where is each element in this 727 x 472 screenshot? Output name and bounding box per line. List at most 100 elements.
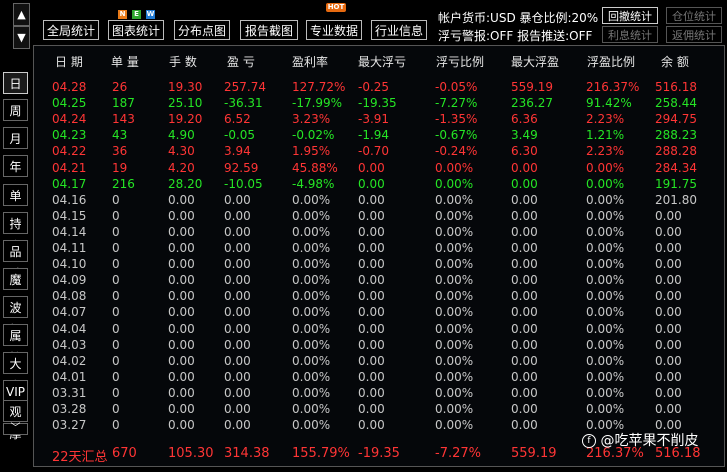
- cell-float-profit-ratio: 0.00%: [586, 273, 625, 288]
- cell-pnl: -36.31: [224, 96, 263, 111]
- alert-status-text: 浮亏警报:OFF 报告推送:OFF: [438, 29, 593, 43]
- cell-float-profit-ratio: 0.00%: [586, 208, 625, 223]
- table-row[interactable]: 04.17 216 28.20 -10.05 -4.98% 0.00 0.00% 0.00 0.…: [0, 176, 727, 192]
- cell-max-float-profit: 0.00: [511, 321, 538, 336]
- cell-balance: 0.00: [655, 353, 682, 368]
- table-row[interactable]: 04.03 0 0.00 0.00 0.00% 0.00 0.00% 0.00 0.00% 0.0…: [0, 337, 727, 353]
- table-row[interactable]: 04.24 143 19.20 6.52 3.23% -3.91 -1.35% 6.36 2.2…: [0, 111, 727, 127]
- cell-orders: 143: [112, 112, 135, 127]
- cell-date: 04.28: [52, 80, 87, 94]
- cell-balance: 258.44: [655, 96, 697, 111]
- cell-lots: 25.10: [168, 96, 203, 111]
- cell-float-loss-ratio: 0.00%: [435, 337, 474, 352]
- table-row[interactable]: 04.23 43 4.90 -0.05 -0.02% -1.94 -0.67% 3.49 1.2…: [0, 127, 727, 143]
- table-row[interactable]: 04.28 26 19.30 257.74 127.72% -0.25 -0.05% 559.…: [0, 79, 727, 95]
- cell-max-float-loss: 0.00: [358, 353, 385, 368]
- cell-float-loss-ratio: 0.00%: [435, 241, 474, 255]
- cell-balance: 0.00: [655, 385, 682, 400]
- table-row[interactable]: 04.09 0 0.00 0.00 0.00% 0.00 0.00% 0.00 0.00% 0.0…: [0, 272, 727, 288]
- table-row[interactable]: 04.02 0 0.00 0.00 0.00% 0.00 0.00% 0.00 0.00% 0.0…: [0, 353, 727, 369]
- table-row[interactable]: 04.14 0 0.00 0.00 0.00% 0.00 0.00% 0.00 0.00% 0.0…: [0, 224, 727, 240]
- cell-orders: 216: [112, 176, 135, 191]
- cell-max-float-profit: 0.00: [511, 160, 538, 175]
- rebate-stats-button[interactable]: 返佣统计: [666, 26, 722, 43]
- cell-orders: 0: [112, 418, 120, 433]
- cell-lots: 4.90: [168, 128, 195, 143]
- table-row[interactable]: 04.15 0 0.00 0.00 0.00% 0.00 0.00% 0.00 0.00% 0.0…: [0, 208, 727, 224]
- table-row[interactable]: 03.31 0 0.00 0.00 0.00% 0.00 0.00% 0.00 0.00% 0.0…: [0, 385, 727, 401]
- account-currency-text: 帐户货币:USD 暴仓比例:20%: [438, 11, 599, 25]
- cell-profit-rate: 0.00%: [292, 305, 331, 320]
- cell-lots: 4.30: [168, 144, 195, 159]
- cell-float-loss-ratio: 0.00%: [435, 192, 474, 207]
- table-row[interactable]: 04.22 36 4.30 3.94 1.95% -0.70 -0.24% 6.30 2.23%…: [0, 143, 727, 159]
- col-header-float-profit-ratio: 浮盈比例: [587, 55, 636, 69]
- cell-orders: 0: [112, 208, 120, 223]
- scroll-up-button[interactable]: ▲: [13, 3, 30, 26]
- cell-profit-rate: 1.95%: [292, 144, 331, 159]
- cell-float-profit-ratio: 91.42%: [586, 96, 632, 111]
- cell-lots: 0.00: [168, 257, 195, 272]
- chart-stats-button[interactable]: 图表统计: [108, 20, 164, 40]
- report-screenshot-button[interactable]: 报告截图: [240, 20, 298, 40]
- cell-orders: 0: [112, 369, 120, 384]
- cell-max-float-profit: 236.27: [511, 96, 553, 111]
- cell-float-loss-ratio: 0.00%: [435, 305, 474, 320]
- cell-float-loss-ratio: 0.00%: [435, 369, 474, 384]
- col-header-balance: 余 额: [661, 55, 689, 69]
- cell-pnl: 92.59: [224, 160, 259, 175]
- cell-max-float-profit: 0.00: [511, 369, 538, 384]
- summary-lots: 105.30: [168, 446, 214, 461]
- interest-stats-button[interactable]: 利息统计: [602, 26, 658, 43]
- table-row[interactable]: 04.10 0 0.00 0.00 0.00% 0.00 0.00% 0.00 0.00% 0.0…: [0, 256, 727, 272]
- cell-date: 04.21: [52, 160, 87, 175]
- table-row[interactable]: 04.07 0 0.00 0.00 0.00% 0.00 0.00% 0.00 0.00% 0.0…: [0, 304, 727, 320]
- cell-float-loss-ratio: 0.00%: [435, 321, 474, 336]
- summary-label: 22天汇总: [52, 450, 108, 465]
- table-row[interactable]: 04.25 187 25.10 -36.31 -17.99% -19.35 -7.27% 23…: [0, 95, 727, 111]
- cell-float-loss-ratio: -0.67%: [435, 128, 478, 143]
- cell-max-float-loss: 0.00: [358, 257, 385, 272]
- cell-max-float-loss: 0.00: [358, 224, 385, 239]
- cell-max-float-profit: 0.00: [511, 192, 538, 207]
- cell-lots: 0.00: [168, 192, 195, 207]
- cell-max-float-loss: 0.00: [358, 337, 385, 352]
- cell-pnl: 3.94: [224, 144, 251, 159]
- table-row[interactable]: 04.08 0 0.00 0.00 0.00% 0.00 0.00% 0.00 0.00% 0.0…: [0, 288, 727, 304]
- cell-balance: 516.18: [655, 80, 697, 94]
- distribution-chart-button[interactable]: 分布点图: [174, 20, 230, 40]
- cell-date: 04.01: [52, 369, 87, 384]
- cell-float-profit-ratio: 2.23%: [586, 144, 625, 159]
- drawdown-stats-button[interactable]: 回撤统计: [602, 7, 658, 24]
- table-row[interactable]: 04.04 0 0.00 0.00 0.00% 0.00 0.00% 0.00 0.00% 0.0…: [0, 321, 727, 337]
- cell-float-profit-ratio: 0.00%: [586, 337, 625, 352]
- cell-pnl: 257.74: [224, 80, 266, 94]
- cell-float-profit-ratio: 0.00%: [586, 385, 625, 400]
- table-row[interactable]: 04.21 19 4.20 92.59 45.88% 0.00 0.00% 0.00 0.00%…: [0, 160, 727, 176]
- industry-info-button[interactable]: 行业信息: [371, 20, 427, 40]
- table-row[interactable]: 04.16 0 0.00 0.00 0.00% 0.00 0.00% 0.00 0.00% 201…: [0, 192, 727, 208]
- col-header-float-loss-ratio: 浮亏比例: [436, 55, 485, 69]
- cell-date: 04.23: [52, 128, 87, 143]
- global-stats-button[interactable]: 全局统计: [43, 20, 99, 40]
- cell-date: 04.10: [52, 257, 87, 272]
- cell-profit-rate: 3.23%: [292, 112, 331, 127]
- summary-pnl: 314.38: [224, 446, 270, 461]
- cell-max-float-profit: 3.49: [511, 128, 538, 143]
- scroll-down-button[interactable]: ▼: [13, 26, 30, 49]
- pro-data-button[interactable]: 专业数据: [306, 20, 362, 40]
- cell-max-float-loss: 0.00: [358, 321, 385, 336]
- cell-balance: 0.00: [655, 257, 682, 272]
- table-row[interactable]: 04.01 0 0.00 0.00 0.00% 0.00 0.00% 0.00 0.00% 0.0…: [0, 369, 727, 385]
- cell-profit-rate: 0.00%: [292, 224, 331, 239]
- cell-float-profit-ratio: 0.00%: [586, 224, 625, 239]
- table-row[interactable]: 04.11 0 0.00 0.00 0.00% 0.00 0.00% 0.00 0.00% 0.0…: [0, 240, 727, 256]
- cell-float-loss-ratio: -1.35%: [435, 112, 478, 127]
- cell-max-float-profit: 0.00: [511, 241, 538, 255]
- position-stats-button[interactable]: 仓位统计: [666, 7, 722, 24]
- table-row[interactable]: 03.28 0 0.00 0.00 0.00% 0.00 0.00% 0.00 0.00% 0.0…: [0, 401, 727, 417]
- cell-lots: 0.00: [168, 289, 195, 304]
- cell-date: 04.24: [52, 112, 87, 127]
- cell-lots: 19.30: [168, 80, 203, 94]
- hot-badge: HOT: [326, 3, 346, 12]
